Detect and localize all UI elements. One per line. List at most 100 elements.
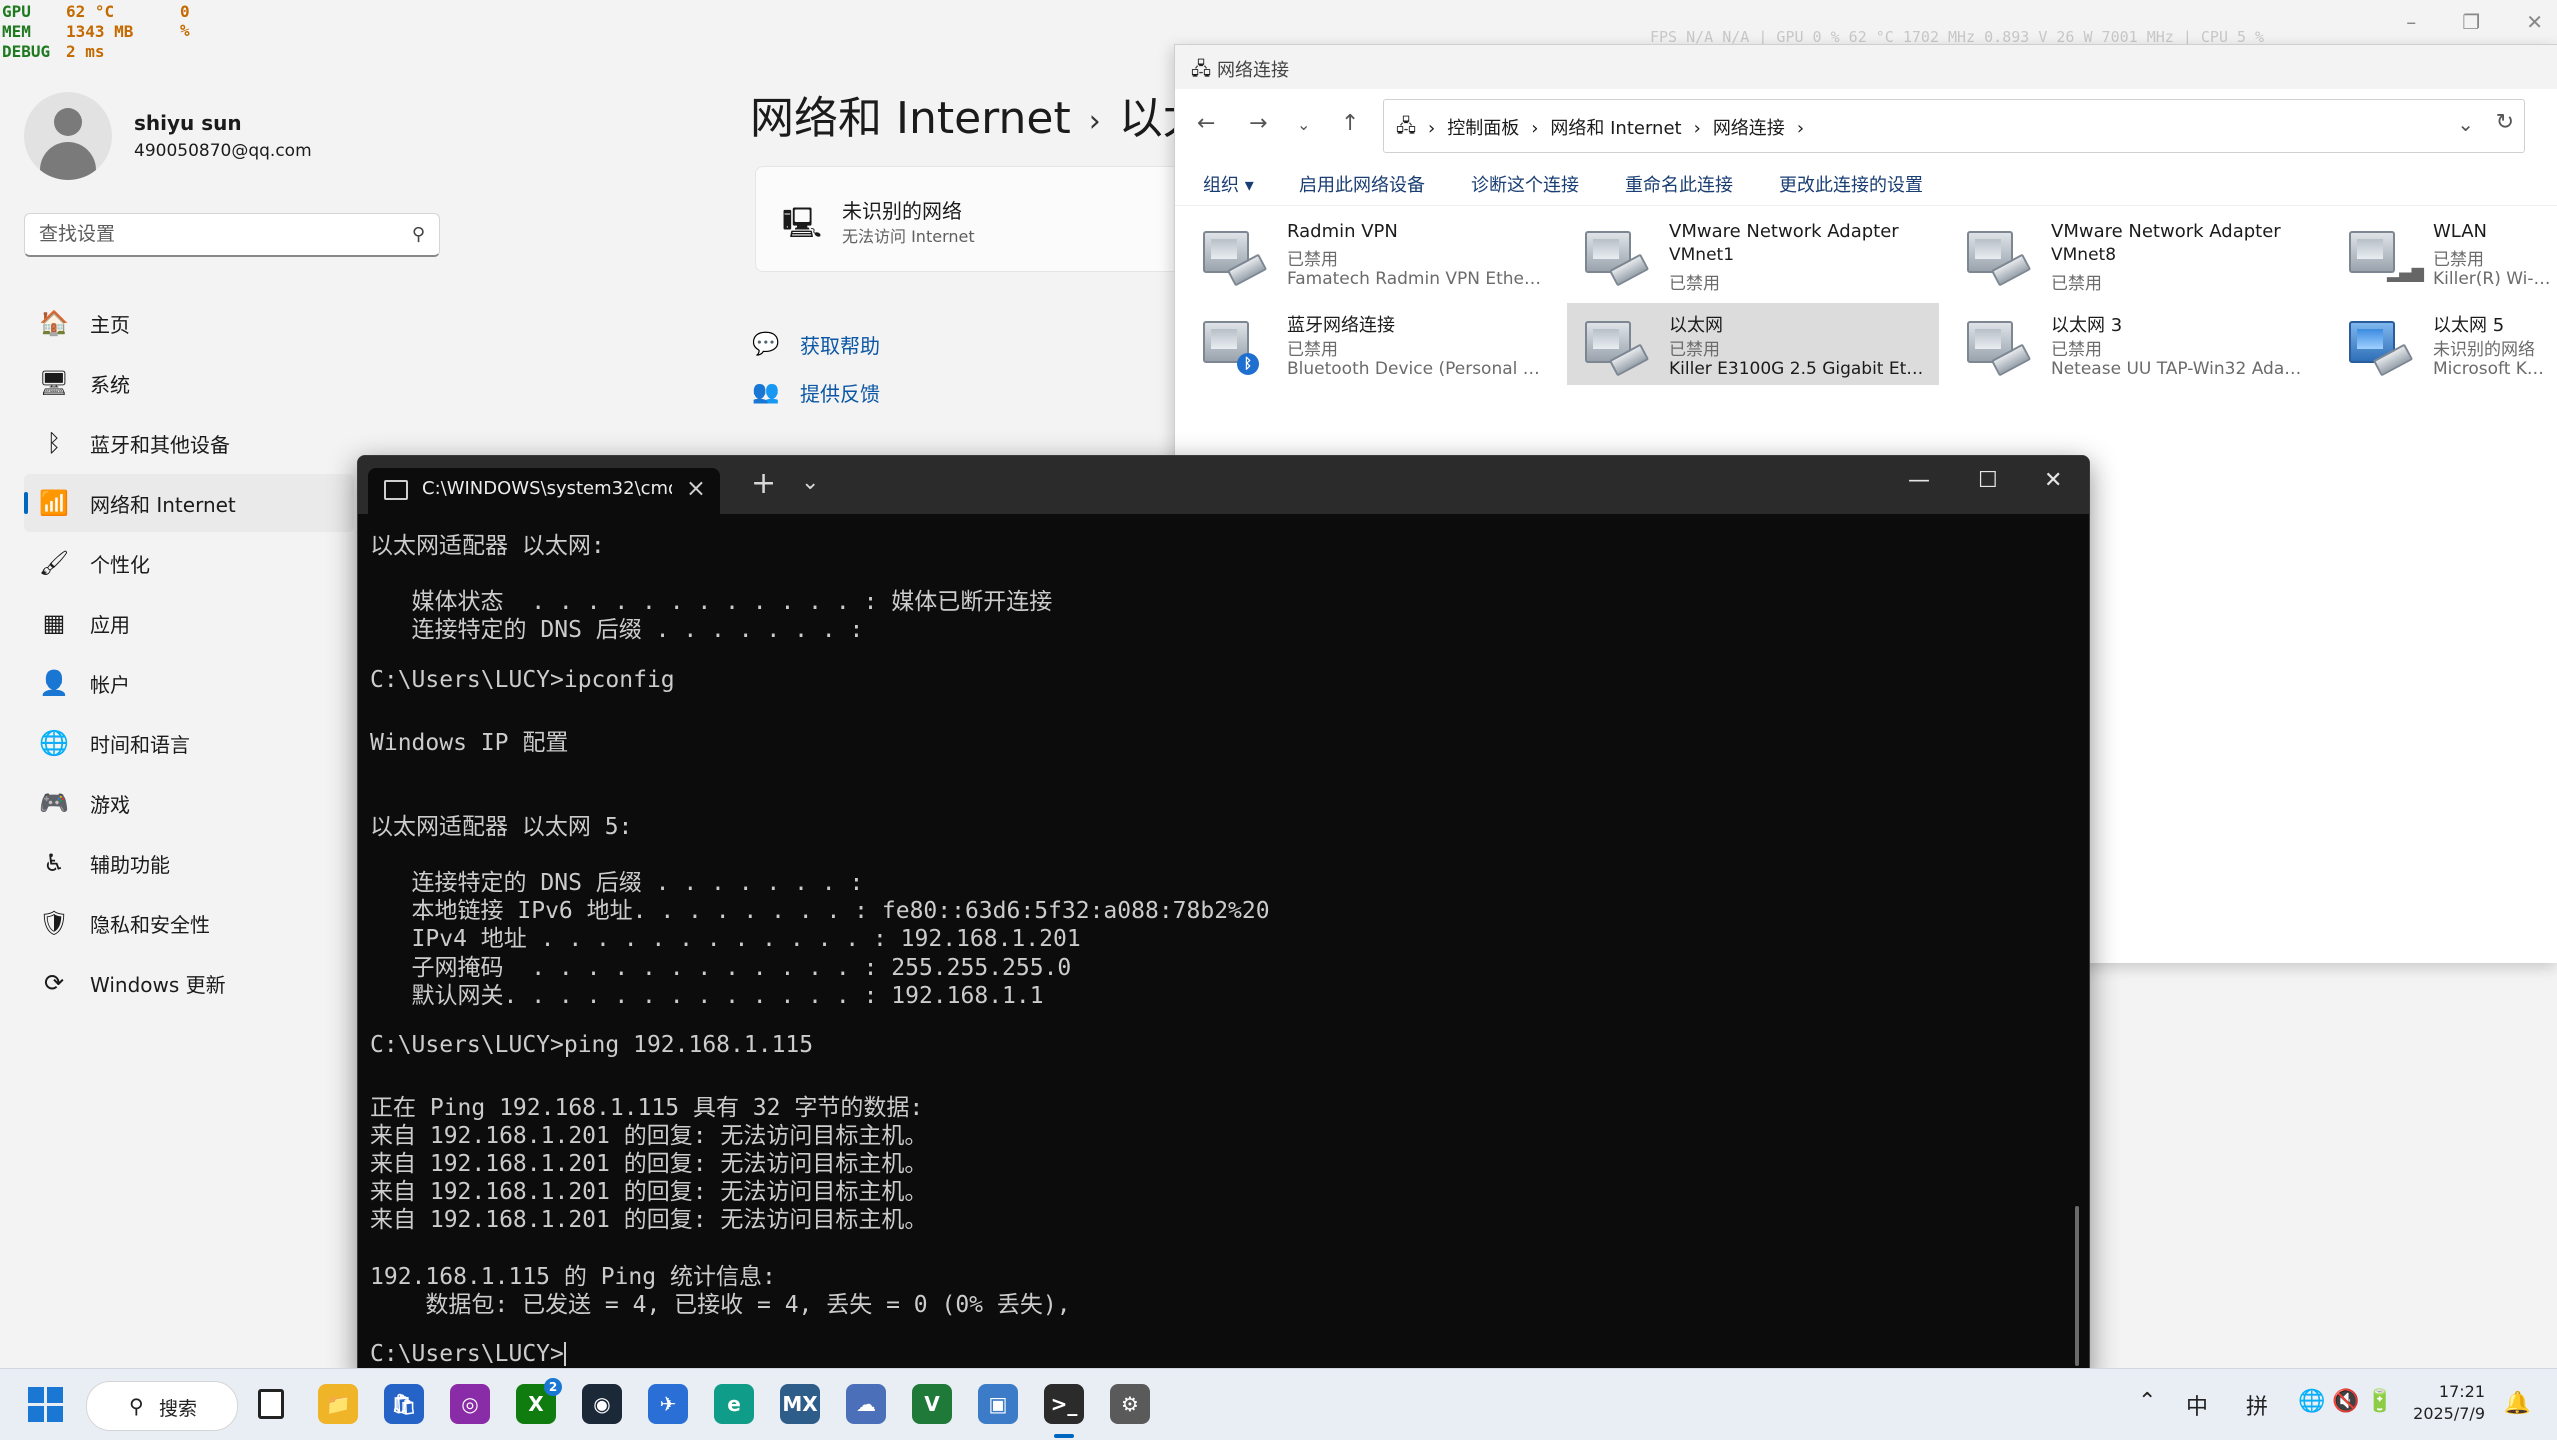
forward-icon[interactable]: → xyxy=(1249,111,1267,136)
settings-icon[interactable]: ⚙ xyxy=(1110,1384,1150,1424)
nav-item-5[interactable]: ▦ 应用 xyxy=(24,594,354,652)
chevron-down-icon[interactable]: ⌄ xyxy=(2457,112,2474,136)
network-adapter-icon xyxy=(1203,227,1268,287)
window-titlebar[interactable]: 🖧 网络连接 xyxy=(1175,45,2557,89)
change-settings-button[interactable]: 更改此连接的设置 xyxy=(1779,171,1923,197)
connection-vmnet8[interactable]: VMware Network Adapter VMnet8 已禁用 xyxy=(1949,213,2321,295)
nav-item-0[interactable]: 🏠 主页 xyxy=(24,294,354,352)
maximize-icon[interactable]: ☐ xyxy=(1978,468,1998,493)
clock[interactable]: 17:21 2025/7/9 xyxy=(2413,1381,2485,1425)
breadcrumb-network[interactable]: 网络和 Internet xyxy=(750,93,1071,144)
user-email: 490050870@qq.com xyxy=(134,141,312,161)
connection-ethernet-3[interactable]: 以太网 3 已禁用 Netease UU TAP-Win32 Adapt... xyxy=(1949,303,2321,385)
connection-wlan[interactable]: ▂▄▆ WLAN 已禁用 Killer(R) Wi-Fi 6 xyxy=(2331,213,2557,295)
minimize-icon[interactable]: – xyxy=(2406,10,2416,34)
up-icon[interactable]: ↑ xyxy=(1341,111,1359,136)
connection-vmnet1[interactable]: VMware Network Adapter VMnet1 已禁用 xyxy=(1567,213,1939,295)
connection-bluetooth[interactable]: ᛒ 蓝牙网络连接 已禁用 Bluetooth Device (Personal … xyxy=(1185,303,1557,385)
nav-item-4[interactable]: 🖌 个性化 xyxy=(24,534,354,592)
xbox-icon[interactable]: X2 xyxy=(516,1378,562,1424)
network-adapter-icon xyxy=(1585,317,1650,377)
terminal-output[interactable]: 以太网适配器 以太网: 媒体状态 . . . . . . . . . . . .… xyxy=(370,526,2050,1367)
start-button[interactable] xyxy=(28,1387,64,1423)
globe-clock-icon: 🌐 xyxy=(39,729,69,757)
chevron-up-icon[interactable]: ⌃ xyxy=(2138,1389,2156,1414)
nav-item-3[interactable]: 📶 网络和 Internet xyxy=(24,474,354,532)
settings-window-controls: – ❐ ✕ xyxy=(2360,10,2543,34)
network-unknown-icon: 🖳 xyxy=(782,206,823,241)
nav-item-label: 网络和 Internet xyxy=(90,492,236,517)
connection-ethernet-5[interactable]: 以太网 5 未识别的网络 Microsoft KM-T xyxy=(2331,303,2557,385)
terminal-line: 以太网适配器 以太网 5: xyxy=(370,814,633,840)
nav-item-10[interactable]: 🛡 隐私和安全性 xyxy=(24,894,354,952)
new-tab-icon[interactable]: + xyxy=(751,466,776,501)
organize-button[interactable]: 组织 ▾ xyxy=(1203,171,1254,197)
nav-item-7[interactable]: 🌐 时间和语言 xyxy=(24,714,354,772)
path-network-internet[interactable]: 网络和 Internet xyxy=(1550,118,1681,139)
shield-icon: 🛡 xyxy=(38,909,70,937)
user-profile[interactable]: shiyu sun 490050870@qq.com xyxy=(24,92,312,180)
ime-mode[interactable]: 拼 xyxy=(2246,1389,2268,1421)
address-bar[interactable]: 🖧 › 控制面板 › 网络和 Internet › 网络连接 › ⌄ ↻ xyxy=(1383,99,2525,153)
vpn-icon[interactable]: ☁ xyxy=(846,1384,886,1424)
restore-icon[interactable]: ❐ xyxy=(2462,10,2480,34)
minimize-icon[interactable]: — xyxy=(1908,468,1930,493)
terminal-tab[interactable]: C:\WINDOWS\system32\cmd. × xyxy=(368,468,720,514)
recent-dropdown-icon[interactable]: ⌄ xyxy=(1297,115,1310,134)
connection-radmin-vpn[interactable]: Radmin VPN 已禁用 Famatech Radmin VPN Ether… xyxy=(1185,213,1557,295)
volume-muted-icon[interactable]: 🔇 xyxy=(2332,1389,2359,1414)
diagnose-button[interactable]: 诊断这个连接 xyxy=(1471,171,1579,197)
apps-icon: ▦ xyxy=(42,609,66,637)
network-globe-icon[interactable]: 🌐 xyxy=(2298,1389,2325,1414)
taskbar-search-button[interactable]: ⚲ 搜索 xyxy=(86,1381,238,1431)
control-panel-icon[interactable]: ▣ xyxy=(978,1384,1018,1424)
close-icon[interactable]: ✕ xyxy=(2044,468,2062,493)
vim-icon[interactable]: V xyxy=(912,1384,952,1424)
nav-item-9[interactable]: ♿ 辅助功能 xyxy=(24,834,354,892)
nav-item-6[interactable]: 👤 帐户 xyxy=(24,654,354,712)
path-network-connections[interactable]: 网络连接 xyxy=(1713,118,1785,139)
store-icon[interactable]: 🛍 xyxy=(384,1384,424,1424)
nav-item-11[interactable]: ⟳ Windows 更新 xyxy=(24,954,354,1012)
terminal-titlebar[interactable]: C:\WINDOWS\system32\cmd. × + ⌄ — ☐ ✕ xyxy=(358,456,2089,514)
enable-device-button[interactable]: 启用此网络设备 xyxy=(1299,171,1425,197)
connection-ethernet[interactable]: 以太网 已禁用 Killer E3100G 2.5 Gigabit Ether.… xyxy=(1567,303,1939,385)
chevron-down-icon[interactable]: ⌄ xyxy=(801,470,819,495)
nav-item-1[interactable]: 🖥 系统 xyxy=(24,354,354,412)
settings-search-input[interactable] xyxy=(25,214,393,254)
nav-item-label: 应用 xyxy=(90,612,130,637)
task-view-button[interactable] xyxy=(258,1389,284,1419)
podcast-icon[interactable]: ◎ xyxy=(450,1384,490,1424)
feishu-icon[interactable]: ✈ xyxy=(648,1384,688,1424)
notification-bell-icon[interactable]: 🔔 xyxy=(2504,1391,2531,1416)
terminal-window: C:\WINDOWS\system32\cmd. × + ⌄ — ☐ ✕ 以太网… xyxy=(357,455,2090,1381)
mx-icon[interactable]: MX xyxy=(780,1384,820,1424)
edge-icon[interactable]: e xyxy=(714,1384,754,1424)
path-control-panel[interactable]: 控制面板 xyxy=(1447,118,1519,139)
bluetooth-adapter-icon: ᛒ xyxy=(1203,317,1259,375)
settings-nav: 🏠 主页 🖥 系统 ᛒ 蓝牙和其他设备 📶 网络和 Internet 🖌 个性化 ▦ 应用 👤 帐户 🌐 时间… xyxy=(24,294,354,1014)
help-icon: 💬 xyxy=(752,331,780,357)
address-toolbar: ← → ⌄ ↑ 🖧 › 控制面板 › 网络和 Internet › 网络连接 › ⌄ ↻ xyxy=(1175,89,2557,162)
home-icon: 🏠 xyxy=(39,309,69,337)
nav-item-8[interactable]: 🎮 游戏 xyxy=(24,774,354,832)
ime-language[interactable]: 中 xyxy=(2186,1389,2208,1421)
address-path: › 控制面板 › 网络和 Internet › 网络连接 › xyxy=(1428,118,1805,139)
nav-item-2[interactable]: ᛒ 蓝牙和其他设备 xyxy=(24,414,354,472)
rename-button[interactable]: 重命名此连接 xyxy=(1625,171,1733,197)
get-help-link[interactable]: 💬 获取帮助 xyxy=(752,320,880,368)
feedback-link[interactable]: 👥 提供反馈 xyxy=(752,368,880,416)
terminal-icon[interactable]: >_ xyxy=(1044,1384,1084,1438)
taskbar-search-label: 搜索 xyxy=(159,1398,198,1420)
back-icon[interactable]: ← xyxy=(1197,111,1215,136)
settings-search-box[interactable]: ⚲ xyxy=(24,213,440,257)
close-tab-icon[interactable]: × xyxy=(686,474,706,502)
close-icon[interactable]: ✕ xyxy=(2526,10,2543,34)
file-explorer-icon[interactable]: 📁 xyxy=(318,1384,358,1424)
refresh-icon[interactable]: ↻ xyxy=(2496,110,2514,135)
battery-icon[interactable]: 🔋 xyxy=(2366,1389,2393,1414)
terminal-scrollbar[interactable] xyxy=(2075,1206,2079,1366)
steam-icon[interactable]: ◉ xyxy=(582,1384,622,1424)
network-adapter-icon xyxy=(1967,317,2032,377)
nav-item-label: 帐户 xyxy=(90,672,130,697)
